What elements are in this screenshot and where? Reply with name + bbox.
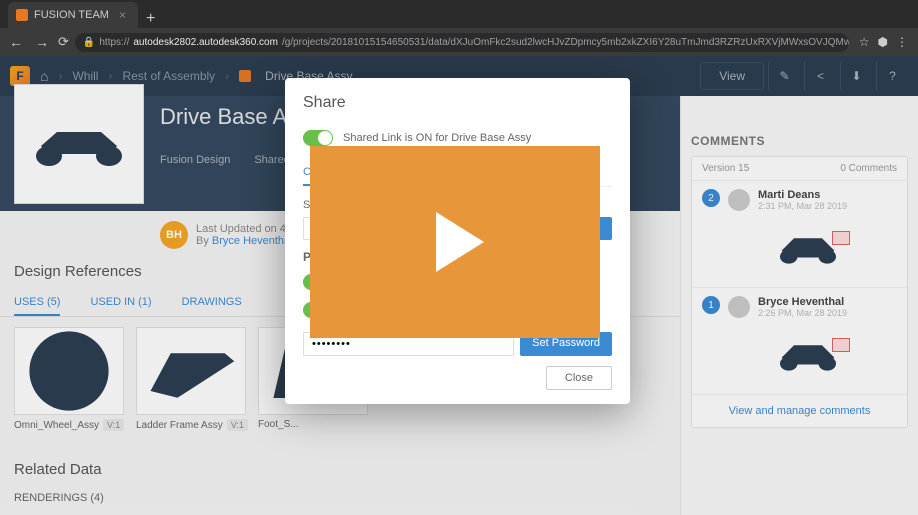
- home-icon[interactable]: ⌂: [40, 68, 48, 84]
- menu-icon[interactable]: ⋮: [896, 35, 908, 49]
- breadcrumb-file-icon: [239, 70, 251, 82]
- breadcrumb-project[interactable]: Whill: [72, 69, 98, 83]
- tab-used-in[interactable]: USED IN (1): [90, 290, 151, 316]
- ref-card[interactable]: Omni_Wheel_AssyV:1: [14, 327, 126, 435]
- title-tab-design[interactable]: Fusion Design: [160, 154, 230, 166]
- comments-count: 0 Comments: [840, 163, 897, 174]
- download-icon[interactable]: ⬇: [840, 62, 872, 90]
- tab-favicon: [16, 9, 28, 21]
- video-play-overlay[interactable]: [310, 146, 600, 338]
- browser-chrome: FUSION TEAM × + ← → ⟳ 🔒 https://autodesk…: [0, 0, 918, 56]
- comment-number: 2: [702, 189, 720, 207]
- tab-drawings[interactable]: DRAWINGS: [182, 290, 242, 316]
- tab-renderings[interactable]: RENDERINGS (4): [0, 482, 680, 514]
- comment-item[interactable]: 2 Marti Deans 2:31 PM, Mar 28 2019: [692, 181, 907, 288]
- related-data-heading: Related Data: [0, 445, 680, 482]
- forward-icon[interactable]: →: [32, 34, 52, 50]
- author-link[interactable]: Bryce Heventhal: [212, 235, 293, 247]
- comment-thumbnail: [758, 324, 858, 386]
- comment-item[interactable]: 1 Bryce Heventhal 2:26 PM, Mar 28 2019: [692, 288, 907, 395]
- tab-close-icon[interactable]: ×: [119, 8, 126, 22]
- comments-heading: COMMENTS: [691, 104, 908, 156]
- reload-icon[interactable]: ⟳: [58, 34, 69, 50]
- comment-thumbnail: [758, 217, 858, 279]
- markup-icon: [832, 231, 850, 245]
- item-thumbnail: [14, 84, 144, 204]
- markup-icon: [832, 338, 850, 352]
- app-logo[interactable]: F: [10, 66, 30, 86]
- address-bar: ← → ⟳ 🔒 https://autodesk2802.autodesk360…: [0, 28, 918, 56]
- comment-avatar: [728, 189, 750, 211]
- star-icon[interactable]: ☆: [859, 35, 870, 49]
- browser-tab[interactable]: FUSION TEAM ×: [8, 2, 138, 28]
- back-icon[interactable]: ←: [6, 34, 26, 50]
- modal-title: Share: [285, 78, 630, 124]
- share-toggle[interactable]: [303, 130, 333, 146]
- url-input[interactable]: 🔒 https://autodesk2802.autodesk360.com/g…: [75, 33, 849, 52]
- ref-card[interactable]: Ladder Frame AssyV:1: [136, 327, 248, 435]
- comment-number: 1: [702, 296, 720, 314]
- view-all-comments-link[interactable]: View and manage comments: [692, 395, 907, 427]
- share-status: Shared Link is ON for Drive Base Assy: [343, 132, 531, 144]
- edit-icon[interactable]: ✎: [768, 62, 800, 90]
- tab-bar: FUSION TEAM × +: [0, 0, 918, 28]
- tab-uses[interactable]: USES (5): [14, 290, 60, 316]
- view-button[interactable]: View: [700, 62, 764, 90]
- share-icon[interactable]: <: [804, 62, 836, 90]
- help-icon[interactable]: ?: [876, 62, 908, 90]
- comments-version: Version 15: [702, 163, 749, 174]
- tab-title: FUSION TEAM: [34, 9, 109, 21]
- comment-avatar: [728, 296, 750, 318]
- play-icon: [436, 212, 484, 272]
- extension-icon[interactable]: ⬢: [878, 35, 888, 49]
- author-avatar: BH: [160, 221, 188, 249]
- breadcrumb-folder[interactable]: Rest of Assembly: [122, 69, 215, 83]
- close-button[interactable]: Close: [546, 366, 612, 390]
- comments-panel: Version 15 0 Comments 2 Marti Deans 2:31…: [691, 156, 908, 428]
- new-tab-button[interactable]: +: [138, 10, 163, 28]
- lock-icon: 🔒: [83, 37, 95, 48]
